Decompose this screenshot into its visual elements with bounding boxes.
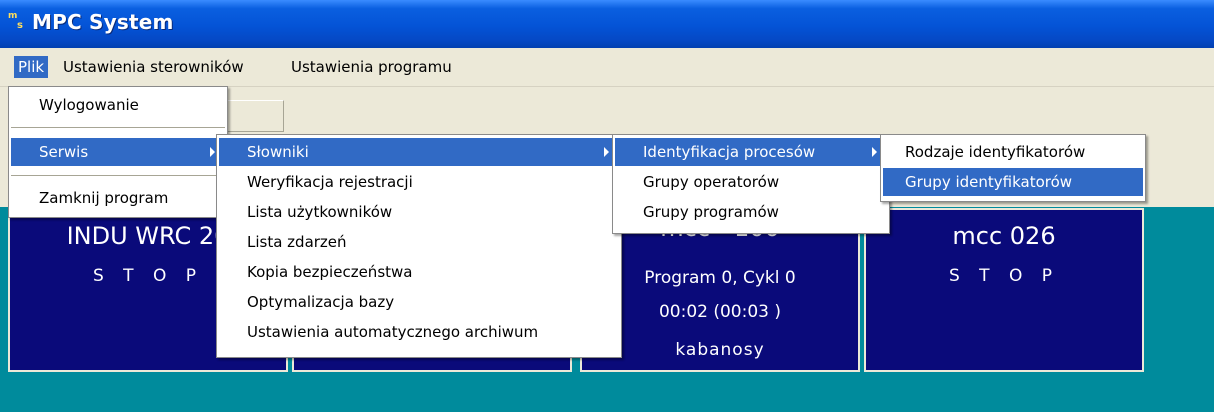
window-title: MPC System <box>32 10 174 34</box>
menu-item-weryfikacja-rejestracji[interactable]: Weryfikacja rejestracji <box>219 168 619 196</box>
menu-item-grupy-programow[interactable]: Grupy programów <box>615 198 887 226</box>
menu-item-label: Identyfikacja procesów <box>643 143 816 161</box>
menu-item-grupy-operatorow[interactable]: Grupy operatorów <box>615 168 887 196</box>
serwis-submenu: Słowniki Weryfikacja rejestracji Lista u… <box>216 134 622 358</box>
menu-item-label: Rodzaje identyfikatorów <box>905 143 1086 161</box>
menu-item-label: Serwis <box>39 143 89 161</box>
tile-name: mcc 026 <box>952 222 1056 250</box>
menu-item-zamknij-program[interactable]: Zamknij program <box>11 184 225 212</box>
menu-bar: Plik Ustawienia sterowników Ustawienia p… <box>0 48 1214 87</box>
menu-ustawienia-sterownikow[interactable]: Ustawienia sterowników <box>59 56 248 78</box>
tile-program: Program 0, Cykl 0 <box>644 268 796 288</box>
menu-item-lista-uzytkownikow[interactable]: Lista użytkowników <box>219 198 619 226</box>
menu-ustawienia-programu[interactable]: Ustawienia programu <box>287 56 456 78</box>
menu-plik[interactable]: Plik <box>14 56 49 78</box>
plik-menu: Wylogowanie Serwis Zamknij program <box>8 86 228 218</box>
app-icon: ms <box>8 11 23 31</box>
toolbar-frame <box>224 100 284 132</box>
menu-item-label: Weryfikacja rejestracji <box>247 173 413 191</box>
title-bar: ms MPC System <box>0 0 1214 48</box>
slowniki-submenu: Identyfikacja procesów Grupy operatorów … <box>612 134 890 234</box>
menu-item-label: Zamknij program <box>39 189 169 207</box>
menu-item-label: Kopia bezpieczeństwa <box>247 263 413 281</box>
menu-item-wylogowanie[interactable]: Wylogowanie <box>11 91 225 119</box>
tile-status: S T O P <box>948 266 1060 286</box>
menu-item-rodzaje-identyfikatorow[interactable]: Rodzaje identyfikatorów <box>883 138 1143 166</box>
submenu-arrow-icon <box>210 147 215 157</box>
tile-product: kabanosy <box>675 340 765 360</box>
menu-item-label: Lista użytkowników <box>247 203 393 221</box>
menu-item-label: Grupy identyfikatorów <box>905 173 1073 191</box>
menu-item-ustawienia-archiwum[interactable]: Ustawienia automatycznego archiwum <box>219 318 619 346</box>
menu-item-grupy-identyfikatorow[interactable]: Grupy identyfikatorów <box>883 168 1143 196</box>
menu-item-slowniki[interactable]: Słowniki <box>219 138 619 166</box>
menu-separator <box>11 127 225 128</box>
menu-item-kopia-bezpieczenstwa[interactable]: Kopia bezpieczeństwa <box>219 258 619 286</box>
tile-time: 00:02 (00:03 ) <box>658 302 782 322</box>
menu-item-lista-zdarzen[interactable]: Lista zdarzeń <box>219 228 619 256</box>
submenu-arrow-icon <box>604 147 609 157</box>
menu-separator <box>11 175 225 176</box>
menu-item-optymalizacja-bazy[interactable]: Optymalizacja bazy <box>219 288 619 316</box>
menu-item-label: Grupy operatorów <box>643 173 780 191</box>
menu-item-serwis[interactable]: Serwis <box>11 138 225 166</box>
menu-item-label: Lista zdarzeń <box>247 233 347 251</box>
identyfikacja-submenu: Rodzaje identyfikatorów Grupy identyfika… <box>880 134 1146 202</box>
submenu-arrow-icon <box>872 147 877 157</box>
menu-item-label: Grupy programów <box>643 203 779 221</box>
menu-item-label: Wylogowanie <box>39 96 139 114</box>
menu-item-label: Optymalizacja bazy <box>247 293 395 311</box>
menu-item-identyfikacja-procesow[interactable]: Identyfikacja procesów <box>615 138 887 166</box>
menu-item-label: Ustawienia automatycznego archiwum <box>247 323 539 341</box>
menu-item-label: Słowniki <box>247 143 309 161</box>
controller-tile-mcc-026[interactable]: mcc 026 S T O P <box>864 208 1144 372</box>
